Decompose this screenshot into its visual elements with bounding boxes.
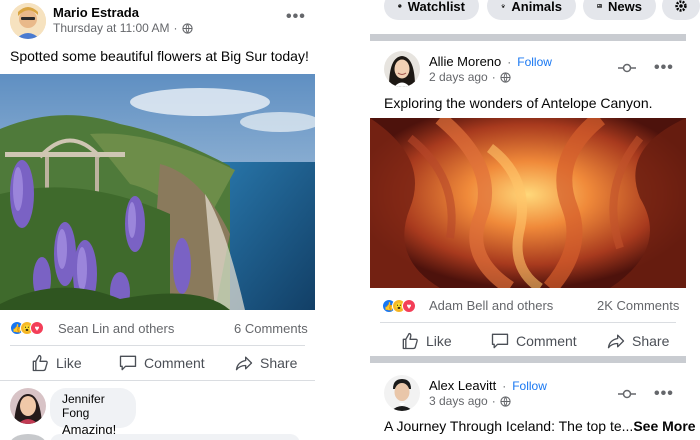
globe-icon <box>181 22 193 34</box>
post-image[interactable] <box>0 74 315 310</box>
reaction-icons[interactable]: 👍 😮 ♥ <box>382 299 416 313</box>
next-comment-bubble <box>50 434 300 440</box>
comment-button[interactable]: Comment <box>118 353 205 373</box>
commenter-name[interactable]: Jennifer Fong <box>62 392 124 420</box>
more-icon[interactable]: ••• <box>654 59 674 77</box>
divider <box>0 380 315 381</box>
comment-button[interactable]: Comment <box>490 331 577 351</box>
like-icon <box>32 354 48 372</box>
settings-icon <box>675 0 687 12</box>
author-name[interactable]: Allie Moreno <box>429 54 501 69</box>
post-time[interactable]: Thursday at 11:00 AM <box>53 21 170 35</box>
post-text: Exploring the wonders of Antelope Canyon… <box>384 95 653 111</box>
pin-icon[interactable] <box>618 61 636 73</box>
left-post: Mario Estrada Thursday at 11:00 AM · •••… <box>0 0 315 440</box>
post-text-row: A Journey Through Iceland: The top te...… <box>384 418 696 434</box>
right-post-1: Allie Moreno · Follow 2 days ago · ••• E… <box>370 41 686 356</box>
reactions-text[interactable]: Sean Lin and others <box>58 321 174 336</box>
post-time[interactable]: 2 days ago <box>429 70 488 84</box>
watchlist-icon <box>398 4 402 8</box>
post-text: Spotted some beautiful flowers at Big Su… <box>10 48 309 64</box>
column-gap <box>315 0 370 440</box>
share-icon <box>235 356 253 371</box>
divider <box>10 345 305 346</box>
love-reaction-icon: ♥ <box>30 321 44 335</box>
post-image[interactable] <box>370 118 686 288</box>
love-reaction-icon: ♥ <box>402 299 416 313</box>
share-button[interactable]: Share <box>606 331 669 351</box>
reactions-text[interactable]: Adam Bell and others <box>429 298 553 313</box>
comment-icon <box>119 355 137 371</box>
like-icon <box>402 332 418 350</box>
comments-count[interactable]: 6 Comments <box>234 321 308 336</box>
chip-news[interactable]: News <box>583 0 656 20</box>
post-text: A Journey Through Iceland: The top te... <box>384 418 634 434</box>
post-time[interactable]: 3 days ago <box>429 394 488 408</box>
like-button[interactable]: Like <box>30 353 82 373</box>
news-icon <box>597 4 602 8</box>
feed-divider <box>370 356 686 363</box>
comment-icon <box>491 333 509 349</box>
feed-divider <box>370 34 686 41</box>
like-button[interactable]: Like <box>400 331 452 351</box>
divider <box>380 322 676 323</box>
commenter-avatar[interactable] <box>10 388 46 424</box>
post-meta: Thursday at 11:00 AM · <box>53 21 193 35</box>
author-avatar[interactable] <box>384 51 420 87</box>
share-button[interactable]: Share <box>234 353 297 373</box>
author-avatar[interactable] <box>384 375 420 411</box>
chip-settings[interactable] <box>662 0 700 20</box>
comment-bubble[interactable]: Jennifer Fong Amazing! <box>50 388 136 437</box>
more-icon[interactable]: ••• <box>654 385 674 403</box>
follow-link[interactable]: Follow <box>517 55 552 69</box>
reaction-icons[interactable]: 👍 😮 ♥ <box>10 321 44 335</box>
pin-icon[interactable] <box>618 387 636 399</box>
post-meta: 2 days ago · <box>429 70 511 84</box>
share-icon <box>607 334 625 349</box>
post-meta: 3 days ago · <box>429 394 511 408</box>
comments-count[interactable]: 2K Comments <box>597 298 679 313</box>
right-post-2: Alex Leavitt · Follow 3 days ago · ••• A… <box>370 363 696 440</box>
globe-icon <box>500 71 511 83</box>
paw-icon <box>501 4 505 8</box>
chip-watchlist[interactable]: Watchlist <box>384 0 479 20</box>
see-more-link[interactable]: See More <box>633 418 695 434</box>
follow-link[interactable]: Follow <box>512 379 547 393</box>
author-name[interactable]: Mario Estrada <box>53 5 139 20</box>
next-comment-placeholder <box>10 434 46 440</box>
author-name[interactable]: Alex Leavitt <box>429 378 496 393</box>
author-avatar[interactable] <box>10 3 46 39</box>
globe-icon <box>500 395 511 407</box>
more-icon[interactable]: ••• <box>286 8 306 26</box>
chip-animals[interactable]: Animals <box>487 0 576 20</box>
